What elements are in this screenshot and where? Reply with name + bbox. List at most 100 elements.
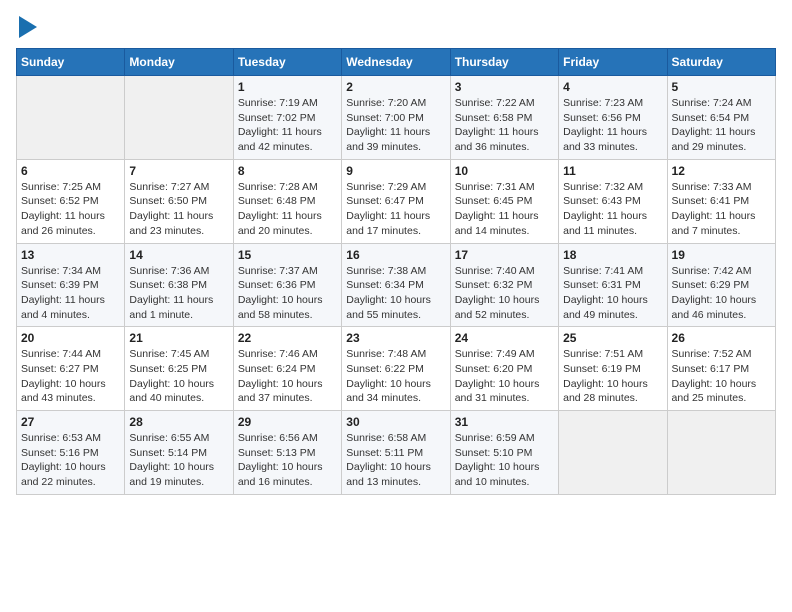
day-info: Sunrise: 7:27 AM Sunset: 6:50 PM Dayligh… (129, 180, 228, 239)
calendar-week-2: 6Sunrise: 7:25 AM Sunset: 6:52 PM Daylig… (17, 159, 776, 243)
day-number: 26 (672, 331, 771, 345)
calendar-header: SundayMondayTuesdayWednesdayThursdayFrid… (17, 49, 776, 76)
logo (16, 16, 38, 38)
calendar-cell: 10 Sunrise: 7:31 AM Sunset: 6:45 PM Dayli… (450, 159, 558, 243)
day-info: Sunrise: 7:19 AM Sunset: 7:02 PM Dayligh… (238, 96, 337, 155)
calendar-cell: 27Sunrise: 6:53 AM Sunset: 5:16 PM Dayli… (17, 411, 125, 495)
calendar-cell: 2 Sunrise: 7:20 AM Sunset: 7:00 PM Daylig… (342, 76, 450, 160)
day-number: 6 (21, 164, 120, 178)
calendar-cell (559, 411, 667, 495)
day-number: 23 (346, 331, 445, 345)
calendar-cell: 25 Sunrise: 7:51 AM Sunset: 6:19 PM Dayli… (559, 327, 667, 411)
day-number: 28 (129, 415, 228, 429)
day-number: 22 (238, 331, 337, 345)
calendar-week-3: 13 Sunrise: 7:34 AM Sunset: 6:39 PM Dayli… (17, 243, 776, 327)
day-info: Sunrise: 7:45 AM Sunset: 6:25 PM Dayligh… (129, 347, 228, 406)
day-info: Sunrise: 7:40 AM Sunset: 6:32 PM Dayligh… (455, 264, 554, 323)
weekday-header-wednesday: Wednesday (342, 49, 450, 76)
day-info: Sunrise: 7:29 AM Sunset: 6:47 PM Dayligh… (346, 180, 445, 239)
calendar-cell: 17 Sunrise: 7:40 AM Sunset: 6:32 PM Dayli… (450, 243, 558, 327)
day-number: 16 (346, 248, 445, 262)
day-number: 2 (346, 80, 445, 94)
weekday-header-sunday: Sunday (17, 49, 125, 76)
day-number: 5 (672, 80, 771, 94)
day-info: Sunrise: 7:46 AM Sunset: 6:24 PM Dayligh… (238, 347, 337, 406)
calendar-cell: 15 Sunrise: 7:37 AM Sunset: 6:36 PM Dayli… (233, 243, 341, 327)
calendar-cell: 7 Sunrise: 7:27 AM Sunset: 6:50 PM Daylig… (125, 159, 233, 243)
calendar-cell (17, 76, 125, 160)
day-number: 29 (238, 415, 337, 429)
calendar-body: 1 Sunrise: 7:19 AM Sunset: 7:02 PM Daylig… (17, 76, 776, 495)
day-number: 7 (129, 164, 228, 178)
calendar-cell: 14Sunrise: 7:36 AM Sunset: 6:38 PM Dayli… (125, 243, 233, 327)
day-number: 20 (21, 331, 120, 345)
day-number: 27 (21, 415, 120, 429)
day-number: 11 (563, 164, 662, 178)
day-number: 17 (455, 248, 554, 262)
calendar-cell: 13 Sunrise: 7:34 AM Sunset: 6:39 PM Dayli… (17, 243, 125, 327)
day-info: Sunrise: 7:44 AM Sunset: 6:27 PM Dayligh… (21, 347, 120, 406)
day-info: Sunrise: 7:41 AM Sunset: 6:31 PM Dayligh… (563, 264, 662, 323)
day-info: Sunrise: 7:42 AM Sunset: 6:29 PM Dayligh… (672, 264, 771, 323)
calendar-cell: 29Sunrise: 6:56 AM Sunset: 5:13 PM Dayli… (233, 411, 341, 495)
day-info: Sunrise: 7:20 AM Sunset: 7:00 PM Dayligh… (346, 96, 445, 155)
calendar-cell: 6Sunrise: 7:25 AM Sunset: 6:52 PM Daylig… (17, 159, 125, 243)
logo-triangle-icon (19, 16, 37, 38)
calendar-cell: 26Sunrise: 7:52 AM Sunset: 6:17 PM Dayli… (667, 327, 775, 411)
day-number: 1 (238, 80, 337, 94)
day-number: 4 (563, 80, 662, 94)
calendar-cell: 8 Sunrise: 7:28 AM Sunset: 6:48 PM Daylig… (233, 159, 341, 243)
calendar-cell: 21 Sunrise: 7:45 AM Sunset: 6:25 PM Dayli… (125, 327, 233, 411)
calendar-cell: 16 Sunrise: 7:38 AM Sunset: 6:34 PM Dayli… (342, 243, 450, 327)
day-info: Sunrise: 7:32 AM Sunset: 6:43 PM Dayligh… (563, 180, 662, 239)
day-info: Sunrise: 7:34 AM Sunset: 6:39 PM Dayligh… (21, 264, 120, 323)
day-number: 10 (455, 164, 554, 178)
weekday-header-monday: Monday (125, 49, 233, 76)
calendar-cell (125, 76, 233, 160)
day-number: 19 (672, 248, 771, 262)
calendar-table: SundayMondayTuesdayWednesdayThursdayFrid… (16, 48, 776, 495)
calendar-cell: 1 Sunrise: 7:19 AM Sunset: 7:02 PM Daylig… (233, 76, 341, 160)
calendar-cell: 22 Sunrise: 7:46 AM Sunset: 6:24 PM Dayli… (233, 327, 341, 411)
day-info: Sunrise: 7:28 AM Sunset: 6:48 PM Dayligh… (238, 180, 337, 239)
day-number: 13 (21, 248, 120, 262)
day-info: Sunrise: 7:24 AM Sunset: 6:54 PM Dayligh… (672, 96, 771, 155)
day-info: Sunrise: 7:49 AM Sunset: 6:20 PM Dayligh… (455, 347, 554, 406)
calendar-cell: 3 Sunrise: 7:22 AM Sunset: 6:58 PM Daylig… (450, 76, 558, 160)
day-info: Sunrise: 7:31 AM Sunset: 6:45 PM Dayligh… (455, 180, 554, 239)
day-info: Sunrise: 6:55 AM Sunset: 5:14 PM Dayligh… (129, 431, 228, 490)
day-info: Sunrise: 7:37 AM Sunset: 6:36 PM Dayligh… (238, 264, 337, 323)
day-number: 25 (563, 331, 662, 345)
day-number: 21 (129, 331, 228, 345)
day-info: Sunrise: 7:38 AM Sunset: 6:34 PM Dayligh… (346, 264, 445, 323)
day-info: Sunrise: 7:51 AM Sunset: 6:19 PM Dayligh… (563, 347, 662, 406)
calendar-cell (667, 411, 775, 495)
calendar-cell: 28 Sunrise: 6:55 AM Sunset: 5:14 PM Dayli… (125, 411, 233, 495)
day-number: 14 (129, 248, 228, 262)
day-number: 30 (346, 415, 445, 429)
calendar-cell: 24 Sunrise: 7:49 AM Sunset: 6:20 PM Dayli… (450, 327, 558, 411)
calendar-cell: 9 Sunrise: 7:29 AM Sunset: 6:47 PM Daylig… (342, 159, 450, 243)
day-number: 24 (455, 331, 554, 345)
day-number: 3 (455, 80, 554, 94)
day-info: Sunrise: 6:58 AM Sunset: 5:11 PM Dayligh… (346, 431, 445, 490)
calendar-cell: 4Sunrise: 7:23 AM Sunset: 6:56 PM Daylig… (559, 76, 667, 160)
page-header (16, 16, 776, 38)
day-number: 18 (563, 248, 662, 262)
day-info: Sunrise: 7:22 AM Sunset: 6:58 PM Dayligh… (455, 96, 554, 155)
day-number: 12 (672, 164, 771, 178)
calendar-week-1: 1 Sunrise: 7:19 AM Sunset: 7:02 PM Daylig… (17, 76, 776, 160)
calendar-cell: 12Sunrise: 7:33 AM Sunset: 6:41 PM Dayli… (667, 159, 775, 243)
calendar-cell: 19 Sunrise: 7:42 AM Sunset: 6:29 PM Dayli… (667, 243, 775, 327)
calendar-cell: 5 Sunrise: 7:24 AM Sunset: 6:54 PM Daylig… (667, 76, 775, 160)
day-number: 8 (238, 164, 337, 178)
calendar-cell: 18 Sunrise: 7:41 AM Sunset: 6:31 PM Dayli… (559, 243, 667, 327)
weekday-header-thursday: Thursday (450, 49, 558, 76)
calendar-cell: 23Sunrise: 7:48 AM Sunset: 6:22 PM Dayli… (342, 327, 450, 411)
weekday-header-row: SundayMondayTuesdayWednesdayThursdayFrid… (17, 49, 776, 76)
calendar-cell: 11 Sunrise: 7:32 AM Sunset: 6:43 PM Dayli… (559, 159, 667, 243)
weekday-header-saturday: Saturday (667, 49, 775, 76)
calendar-cell: 31Sunrise: 6:59 AM Sunset: 5:10 PM Dayli… (450, 411, 558, 495)
day-number: 15 (238, 248, 337, 262)
day-number: 9 (346, 164, 445, 178)
